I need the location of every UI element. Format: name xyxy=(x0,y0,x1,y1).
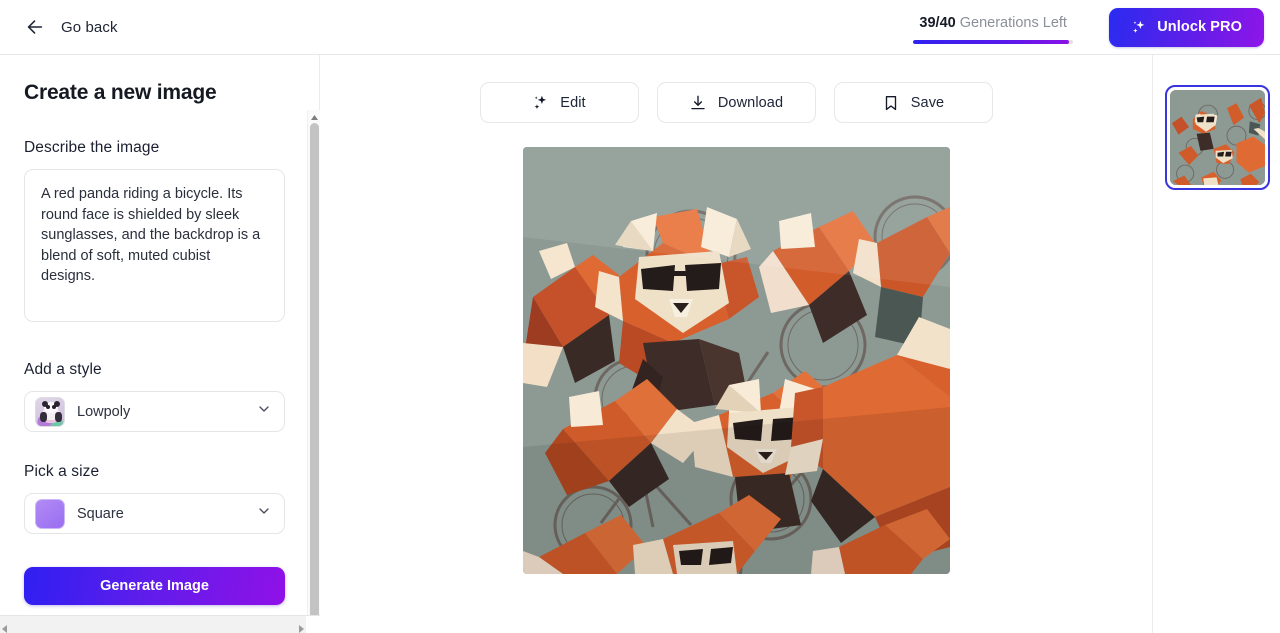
size-select[interactable]: Square xyxy=(24,493,285,535)
unlock-pro-button[interactable]: Unlock PRO xyxy=(1109,7,1264,47)
go-back-button[interactable]: Go back xyxy=(18,12,124,42)
square-swatch-icon xyxy=(35,498,65,529)
generations-progress-bar xyxy=(913,39,1074,44)
generations-text: 39/40 Generations Left xyxy=(913,15,1073,31)
sidebar-vertical-scrollbar[interactable] xyxy=(307,110,320,633)
generations-count: 39/40 xyxy=(919,14,956,31)
go-back-label: Go back xyxy=(61,18,118,36)
generated-image-artwork xyxy=(522,147,950,574)
save-label: Save xyxy=(910,94,945,111)
generate-image-button[interactable]: Generate Image xyxy=(24,567,285,606)
generated-image[interactable] xyxy=(522,147,950,574)
scroll-right-arrow-icon[interactable] xyxy=(299,620,304,633)
size-label: Pick a size xyxy=(24,463,100,481)
style-selected-value: Lowpoly xyxy=(77,403,131,420)
chevron-down-icon xyxy=(256,503,272,524)
header-right-group: 39/40 Generations Left Unlock PRO xyxy=(913,7,1280,47)
image-actions-toolbar: Edit Download Save xyxy=(320,55,1152,123)
sidebar-content: Create a new image Describe the image Ad… xyxy=(0,55,306,615)
history-thumbnail-image xyxy=(1169,90,1265,185)
generations-label: Generations Left xyxy=(959,14,1067,31)
style-label: Add a style xyxy=(24,361,102,379)
scrollbar-corner xyxy=(306,616,320,633)
lowpoly-panda-thumbnail-icon xyxy=(35,396,65,427)
history-thumbnail-item[interactable] xyxy=(1164,85,1270,190)
main-content: Edit Download Save xyxy=(320,55,1153,633)
bookmark-icon xyxy=(882,94,900,112)
prompt-input[interactable] xyxy=(24,169,285,323)
image-generator-app: Go back 39/40 Generations Left Unlock PR… xyxy=(0,0,1280,633)
sidebar-horizontal-scrollbar[interactable] xyxy=(0,615,320,633)
history-rail xyxy=(1154,55,1280,633)
sparkles-icon xyxy=(532,94,549,111)
prompt-label: Describe the image xyxy=(24,139,160,156)
download-button[interactable]: Download xyxy=(656,82,816,123)
generations-meter: 39/40 Generations Left xyxy=(913,11,1074,44)
generations-progress-fill xyxy=(913,39,1070,44)
chevron-down-icon xyxy=(256,401,272,422)
app-header: Go back 39/40 Generations Left Unlock PR… xyxy=(0,0,1280,55)
create-image-sidebar: Create a new image Describe the image Ad… xyxy=(0,55,320,633)
sparkles-icon xyxy=(1131,19,1148,36)
sidebar-scroll-thumb[interactable] xyxy=(310,123,319,633)
edit-button[interactable]: Edit xyxy=(479,82,639,123)
unlock-pro-label: Unlock PRO xyxy=(1157,19,1242,35)
arrow-left-icon xyxy=(24,16,46,38)
edit-label: Edit xyxy=(560,94,586,111)
style-select[interactable]: Lowpoly xyxy=(24,391,285,433)
save-button[interactable]: Save xyxy=(833,82,993,123)
thumbnail-artwork xyxy=(1169,90,1265,185)
download-icon xyxy=(689,94,707,112)
download-label: Download xyxy=(717,94,784,111)
page-title: Create a new image xyxy=(24,81,217,104)
size-selected-value: Square xyxy=(77,505,124,522)
scroll-left-arrow-icon[interactable] xyxy=(2,620,7,633)
